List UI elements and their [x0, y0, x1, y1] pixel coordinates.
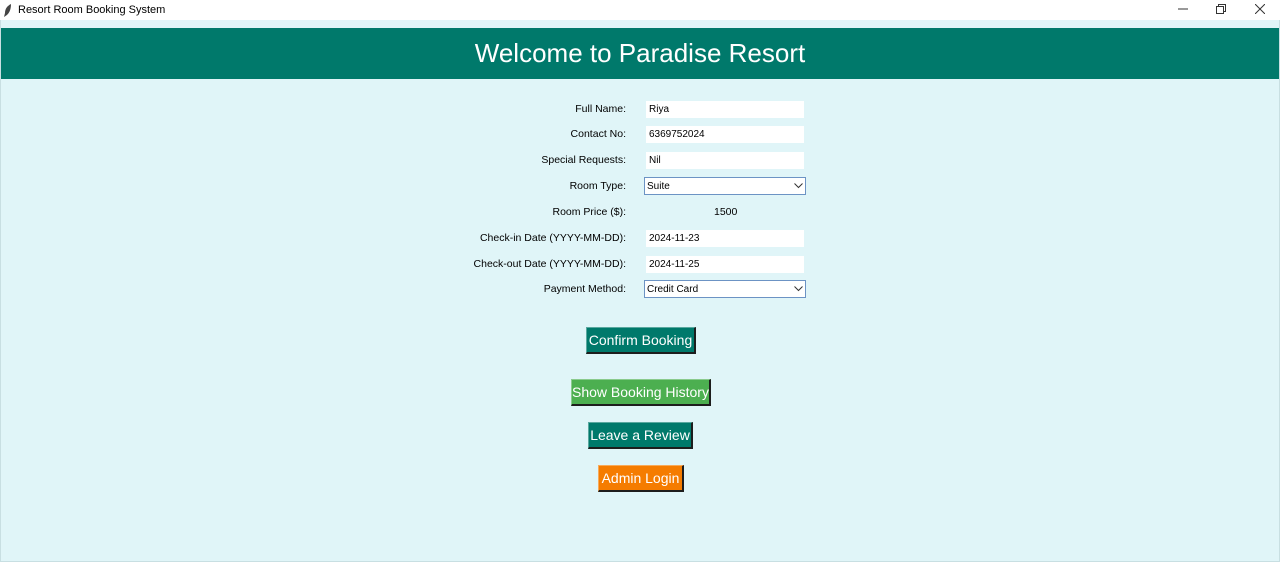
minimize-icon	[1178, 3, 1188, 17]
window-title: Resort Room Booking System	[18, 4, 166, 16]
confirm-booking-button[interactable]: Confirm Booking	[586, 327, 696, 354]
full-name-input[interactable]	[646, 101, 804, 118]
show-booking-history-button[interactable]: Show Booking History	[571, 379, 711, 406]
special-requests-input[interactable]	[646, 152, 804, 169]
chevron-down-icon[interactable]	[791, 286, 805, 292]
payment-method-label: Payment Method:	[543, 283, 626, 295]
window-controls	[1164, 0, 1280, 20]
page-title: Welcome to Paradise Resort	[474, 38, 806, 68]
header-banner: Welcome to Paradise Resort	[1, 28, 1279, 79]
feather-icon	[4, 3, 14, 17]
payment-method-value: Credit Card	[647, 283, 699, 295]
leave-review-button[interactable]: Leave a Review	[588, 422, 693, 449]
close-icon	[1254, 3, 1266, 17]
minimize-button[interactable]	[1164, 0, 1202, 20]
title-bar: Resort Room Booking System	[0, 0, 1280, 20]
payment-method-select[interactable]: Credit Card	[644, 280, 806, 298]
room-type-label: Room Type:	[569, 180, 626, 192]
maximize-button[interactable]	[1202, 0, 1240, 20]
special-requests-label: Special Requests:	[541, 154, 626, 166]
chevron-down-icon[interactable]	[791, 183, 805, 189]
room-price-value: 1500	[714, 206, 738, 218]
restore-icon	[1216, 3, 1226, 17]
check-in-input[interactable]	[646, 230, 804, 247]
check-out-input[interactable]	[646, 256, 804, 273]
contact-no-label: Contact No:	[570, 128, 626, 140]
admin-login-button[interactable]: Admin Login	[598, 465, 684, 492]
room-type-value: Suite	[647, 180, 670, 192]
app-client-area: Welcome to Paradise Resort Full Name: Co…	[0, 20, 1280, 562]
check-out-label: Check-out Date (YYYY-MM-DD):	[473, 258, 626, 270]
check-in-label: Check-in Date (YYYY-MM-DD):	[479, 232, 626, 244]
close-button[interactable]	[1240, 0, 1280, 20]
room-price-label: Room Price ($):	[552, 206, 626, 218]
full-name-label: Full Name:	[575, 103, 626, 115]
contact-no-input[interactable]	[646, 126, 804, 143]
room-type-select[interactable]: Suite	[644, 177, 806, 195]
